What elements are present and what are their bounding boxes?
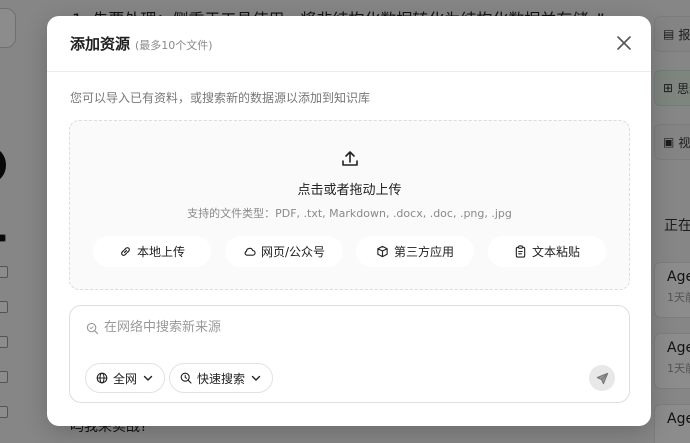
paste-text-button[interactable]: 文本粘贴 bbox=[488, 236, 606, 267]
add-resource-dialog: 添加资源 (最多10个文件) 您可以导入已有资料，或搜索新的数据源以添加到知识库… bbox=[47, 16, 651, 426]
dialog-title: 添加资源 bbox=[70, 35, 131, 53]
close-icon bbox=[617, 36, 631, 50]
third-party-app-button[interactable]: 第三方应用 bbox=[356, 236, 474, 267]
link-icon bbox=[121, 247, 130, 256]
globe-icon bbox=[96, 372, 108, 384]
local-upload-button[interactable]: 本地上传 bbox=[93, 236, 211, 267]
webpage-upload-button[interactable]: 网页/公众号 bbox=[225, 236, 343, 267]
supported-file-types: 支持的文件类型：PDF, .txt, Markdown, .docx, .doc… bbox=[187, 207, 512, 220]
send-icon bbox=[596, 372, 608, 384]
dialog-subtitle: (最多10个文件) bbox=[135, 38, 213, 52]
cube-icon bbox=[377, 245, 388, 258]
send-search-button[interactable] bbox=[589, 365, 615, 391]
upload-dropzone[interactable]: 点击或者拖动上传 支持的文件类型：PDF, .txt, Markdown, .d… bbox=[69, 120, 630, 290]
chevron-down-icon bbox=[251, 375, 261, 381]
cloud-icon bbox=[244, 247, 256, 256]
dialog-description: 您可以导入已有资料，或搜索新的数据源以添加到知识库 bbox=[70, 91, 371, 105]
upload-icon bbox=[342, 151, 358, 166]
dropzone-title: 点击或者拖动上传 bbox=[297, 183, 402, 198]
close-button[interactable] bbox=[615, 34, 633, 52]
quick-search-icon bbox=[180, 372, 192, 384]
search-mode-dropdown[interactable]: 快速搜索 bbox=[169, 363, 274, 393]
search-icon bbox=[86, 322, 99, 335]
chevron-down-icon bbox=[143, 375, 153, 381]
search-scope-dropdown[interactable]: 全网 bbox=[85, 363, 166, 393]
dialog-header: 添加资源 (最多10个文件) bbox=[47, 16, 651, 72]
web-search-box: 全网 快速搜索 bbox=[69, 305, 630, 403]
clipboard-icon bbox=[515, 245, 526, 258]
search-input[interactable] bbox=[104, 316, 604, 338]
